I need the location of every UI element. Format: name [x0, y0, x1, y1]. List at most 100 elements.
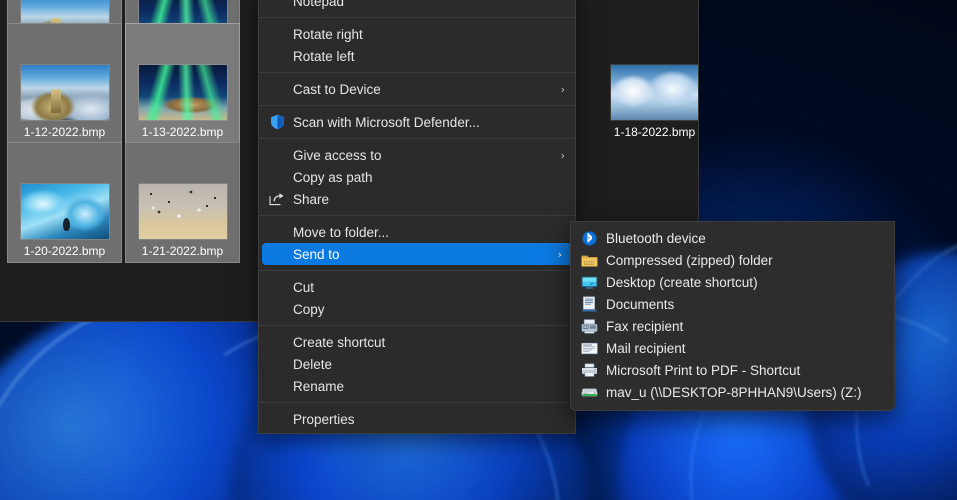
blank-icon [267, 278, 287, 296]
menu-separator [259, 402, 575, 403]
file-label: 1-13-2022.bmp [142, 125, 223, 139]
blank-icon [267, 146, 287, 164]
menu-item-label: Give access to [293, 148, 553, 163]
blank-icon [267, 47, 287, 65]
submenu-item-microsoft-print-to-pdf-shortcut[interactable]: Microsoft Print to PDF - Shortcut [571, 359, 894, 381]
menu-item-label: Rename [293, 379, 565, 394]
menu-separator [259, 138, 575, 139]
mail-icon [579, 339, 599, 357]
menu-item-create-shortcut[interactable]: Create shortcut [259, 331, 575, 353]
network-drive-icon [579, 383, 599, 401]
file-label: 1-12-2022.bmp [24, 125, 105, 139]
submenu-item-label: Desktop (create shortcut) [606, 275, 758, 290]
chevron-right-icon: › [561, 149, 565, 162]
menu-separator [259, 72, 575, 73]
context-menu[interactable]: Notepad Rotate right Rotate left Cast to… [258, 0, 576, 434]
menu-item-label: Cast to Device [293, 82, 553, 97]
submenu-item-fax-recipient[interactable]: Fax recipient [571, 315, 894, 337]
shield-icon [267, 113, 287, 131]
submenu-item-label: mav_u (\\DESKTOP-8PHHAN9\Users) (Z:) [606, 385, 862, 400]
submenu-item-documents[interactable]: Documents [571, 293, 894, 315]
menu-item-label: Delete [293, 357, 565, 372]
submenu-item-label: Microsoft Print to PDF - Shortcut [606, 363, 800, 378]
file-thumbnail [139, 184, 227, 239]
fax-icon [579, 317, 599, 335]
blank-icon [267, 168, 287, 186]
blank-icon [267, 355, 287, 373]
menu-item-label: Rotate left [293, 49, 565, 64]
zip-folder-icon [579, 251, 599, 269]
menu-item-label: Properties [293, 412, 565, 427]
menu-item-properties[interactable]: Properties [259, 408, 575, 430]
menu-item-rotate-left[interactable]: Rotate left [259, 45, 575, 67]
menu-item-share[interactable]: Share [259, 188, 575, 210]
menu-item-scan-with-microsoft-defender[interactable]: Scan with Microsoft Defender... [259, 111, 575, 133]
submenu-item-compressed-zipped-folder[interactable]: Compressed (zipped) folder [571, 249, 894, 271]
menu-item-send-to[interactable]: Send to › [262, 243, 572, 265]
menu-separator [259, 270, 575, 271]
menu-item-label: Move to folder... [293, 225, 565, 240]
menu-item-label: Scan with Microsoft Defender... [293, 115, 565, 130]
submenu-item-label: Compressed (zipped) folder [606, 253, 773, 268]
submenu-item-bluetooth-device[interactable]: Bluetooth device [571, 227, 894, 249]
menu-separator [259, 215, 575, 216]
chevron-right-icon: › [558, 248, 562, 261]
menu-separator [259, 17, 575, 18]
blank-icon [267, 245, 287, 263]
menu-item-cut[interactable]: Cut [259, 276, 575, 298]
menu-item-label: Send to [293, 247, 550, 262]
menu-item-notepad[interactable]: Notepad [259, 0, 575, 12]
chevron-right-icon: › [561, 83, 565, 96]
file-thumbnail [21, 65, 109, 120]
menu-item-rename[interactable]: Rename [259, 375, 575, 397]
menu-item-give-access-to[interactable]: Give access to › [259, 144, 575, 166]
menu-item-label: Copy [293, 302, 565, 317]
blank-icon [267, 223, 287, 241]
blank-icon [267, 80, 287, 98]
menu-item-delete[interactable]: Delete [259, 353, 575, 375]
file-label: 1-20-2022.bmp [24, 244, 105, 258]
submenu-item-label: Documents [606, 297, 674, 312]
menu-item-rotate-right[interactable]: Rotate right [259, 23, 575, 45]
file-tile[interactable]: 1-21-2022.bmp [126, 143, 239, 262]
menu-item-cast-to-device[interactable]: Cast to Device › [259, 78, 575, 100]
file-thumbnail [139, 65, 227, 120]
menu-separator [259, 105, 575, 106]
blank-icon [267, 410, 287, 428]
submenu-item-label: Fax recipient [606, 319, 683, 334]
file-tile[interactable]: 1-20-2022.bmp [8, 143, 121, 262]
menu-item-label: Create shortcut [293, 335, 565, 350]
submenu-item-label: Mail recipient [606, 341, 686, 356]
menu-item-label: Rotate right [293, 27, 565, 42]
documents-icon [579, 295, 599, 313]
menu-item-copy-as-path[interactable]: Copy as path [259, 166, 575, 188]
menu-item-label: Cut [293, 280, 565, 295]
blank-icon [267, 25, 287, 43]
file-tile[interactable]: 1-18-2022.bmp [598, 24, 699, 143]
blank-icon [267, 333, 287, 351]
bluetooth-icon [579, 229, 599, 247]
file-thumbnail [611, 65, 699, 120]
screen: Copy Copy.bmp Copy.bmp 1-12-2022.bmp 1-1… [0, 0, 957, 500]
blank-icon [267, 0, 287, 10]
menu-separator [259, 325, 575, 326]
submenu-item-label: Bluetooth device [606, 231, 706, 246]
file-tile[interactable]: 1-13-2022.bmp [126, 24, 239, 143]
share-icon [267, 190, 287, 208]
menu-item-move-to-folder[interactable]: Move to folder... [259, 221, 575, 243]
menu-item-copy[interactable]: Copy [259, 298, 575, 320]
menu-item-label: Share [293, 192, 565, 207]
submenu-item-network-drive[interactable]: mav_u (\\DESKTOP-8PHHAN9\Users) (Z:) [571, 381, 894, 403]
submenu-item-mail-recipient[interactable]: Mail recipient [571, 337, 894, 359]
blank-icon [267, 300, 287, 318]
submenu-item-desktop-create-shortcut[interactable]: Desktop (create shortcut) [571, 271, 894, 293]
file-tile[interactable]: 1-12-2022.bmp [8, 24, 121, 143]
file-label: 1-21-2022.bmp [142, 244, 223, 258]
file-label: 1-18-2022.bmp [614, 125, 695, 139]
menu-item-label: Copy as path [293, 170, 565, 185]
blank-icon [267, 377, 287, 395]
menu-item-label: Notepad [293, 0, 565, 9]
printer-icon [579, 361, 599, 379]
send-to-submenu[interactable]: Bluetooth device [570, 221, 895, 411]
desktop-icon [579, 273, 599, 291]
